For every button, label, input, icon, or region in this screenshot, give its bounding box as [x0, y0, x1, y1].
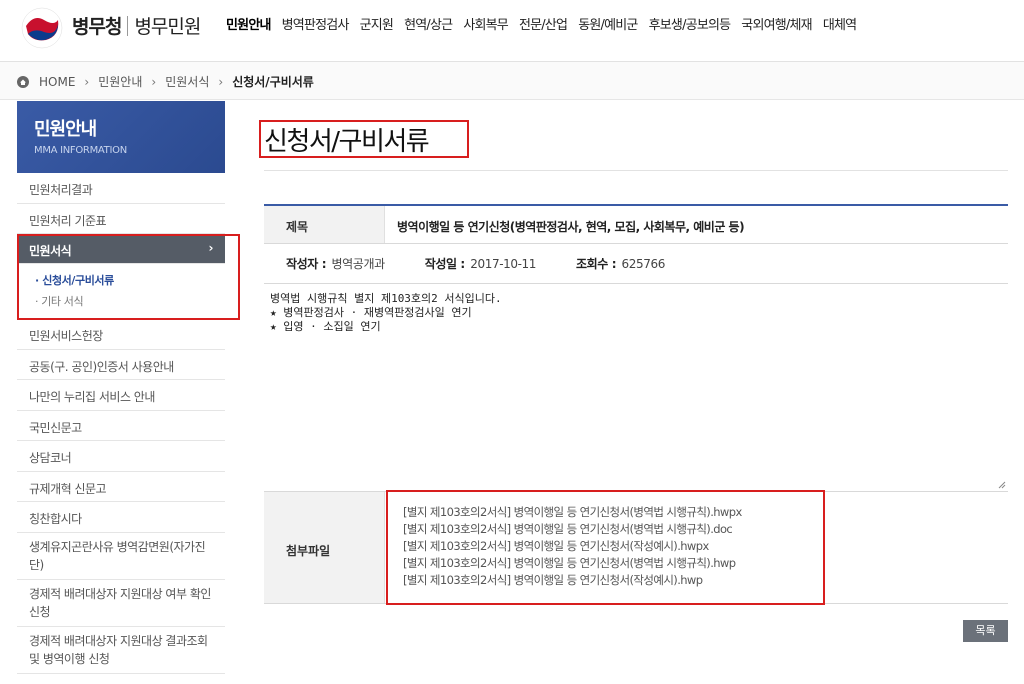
- content-line: 병역법 시행규칙 별지 제103호의2 서식입니다.: [270, 292, 502, 305]
- breadcrumb-civil[interactable]: 민원안내: [98, 73, 142, 90]
- content-line: ★ 입영 · 소집일 연기: [270, 320, 381, 333]
- breadcrumb-bar: HOME › 민원안내 › 민원서식 › 신청서/구비서류: [0, 62, 1024, 100]
- resize-handle-icon[interactable]: [998, 481, 1006, 489]
- sidebar-item-praise[interactable]: 칭찬합시다: [17, 502, 225, 533]
- nav-item-overseas[interactable]: 국외여행/체재: [741, 14, 812, 33]
- nav-item-candidate[interactable]: 후보생/공보의등: [649, 14, 732, 33]
- nav-item-alternative[interactable]: 대체역: [823, 14, 857, 33]
- sidebar-item-support-check[interactable]: 경제적 배려대상자 지원대상 여부 확인 신청: [17, 580, 225, 627]
- main-nav: 민원안내 병역판정검사 군지원 현역/상근 사회복무 전문/산업 동원/예비군 …: [226, 14, 867, 33]
- sidebar-item-sinmungo[interactable]: 국민신문고: [17, 411, 225, 441]
- sidebar-item-exemption[interactable]: 생계유지곤란사유 병역감면원(자가진단): [17, 533, 225, 580]
- sidebar-item-consult[interactable]: 상담코너: [17, 441, 225, 472]
- post-title: 병역이행일 등 연기신청(병역판정검사, 현역, 모집, 사회복무, 예비군 등…: [397, 220, 745, 234]
- home-icon[interactable]: [17, 75, 29, 88]
- attachments-label: 첨부파일: [264, 492, 385, 603]
- sidebar-item-regulation[interactable]: 규제개혁 신문고: [17, 472, 225, 502]
- chevron-right-icon: ›: [218, 74, 224, 89]
- list-button[interactable]: 목록: [963, 620, 1008, 642]
- brand-divider: [127, 15, 129, 36]
- nav-item-active-duty[interactable]: 현역/상근: [404, 14, 453, 33]
- post-author-label: 작성자 :: [286, 257, 327, 271]
- post-views: 조회수 : 625766: [576, 255, 665, 272]
- post-date: 작성일 : 2017-10-11: [424, 255, 537, 272]
- sidebar-item-support-result[interactable]: 경제적 배려대상자 지원대상 결과조회 및 병역이행 신청: [17, 627, 225, 674]
- nav-item-enlist[interactable]: 군지원: [360, 14, 394, 33]
- breadcrumb: HOME › 민원안내 › 민원서식 › 신청서/구비서류: [17, 73, 314, 90]
- highlight-box-title: [259, 120, 469, 158]
- sidebar-item-my-home[interactable]: 나만의 누리집 서비스 안내: [17, 380, 225, 411]
- breadcrumb-forms[interactable]: 민원서식: [165, 73, 209, 90]
- chevron-right-icon: ›: [151, 74, 157, 89]
- site-header: 병무청 병무민원 민원안내 병역판정검사 군지원 현역/상근 사회복무 전문/산…: [0, 0, 1024, 62]
- post-date-label: 작성일 :: [424, 257, 466, 271]
- nav-item-reserve[interactable]: 동원/예비군: [578, 14, 638, 33]
- breadcrumb-current: 신청서/구비서류: [232, 75, 314, 89]
- sidebar-item-certificate[interactable]: 공동(구. 공인)인증서 사용안내: [17, 350, 225, 380]
- breadcrumb-home[interactable]: HOME: [39, 75, 75, 89]
- mma-logo-icon[interactable]: [20, 6, 64, 50]
- post-views-label: 조회수 :: [576, 257, 617, 271]
- sidebar-subtitle: MMA INFORMATION: [34, 145, 127, 156]
- nav-item-specialist[interactable]: 전문/산업: [519, 14, 568, 33]
- post-views-value: 625766: [621, 257, 666, 271]
- chevron-right-icon: ›: [84, 74, 90, 89]
- brand-name: 병무청: [72, 16, 122, 38]
- post-meta-row: 작성자 : 병역공개과 작성일 : 2017-10-11 조회수 : 62576…: [264, 244, 1008, 284]
- sidebar-item-results[interactable]: 민원처리결과: [17, 173, 225, 204]
- brand-subname: 병무민원: [134, 16, 201, 38]
- title-divider: [264, 170, 1008, 171]
- highlight-box-sidebar: [17, 234, 240, 320]
- brand-title[interactable]: 병무청 병무민원: [72, 12, 201, 39]
- nav-item-exam[interactable]: 병역판정검사: [282, 14, 350, 33]
- nav-item-social-service[interactable]: 사회복무: [463, 14, 508, 33]
- highlight-box-files: [386, 490, 825, 605]
- sidebar-item-charter[interactable]: 민원서비스헌장: [17, 319, 225, 350]
- post-date-value: 2017-10-11: [470, 257, 537, 271]
- post-content[interactable]: 병역법 시행규칙 별지 제103호의2 서식입니다. ★ 병역판정검사 · 재병…: [264, 284, 1008, 492]
- content-line: ★ 병역판정검사 · 재병역판정검사일 연기: [270, 306, 472, 319]
- sidebar-title: 민원안내: [34, 119, 97, 140]
- post-author: 작성자 : 병역공개과: [286, 255, 385, 272]
- post-title-row: 제목 병역이행일 등 연기신청(병역판정검사, 현역, 모집, 사회복무, 예비…: [264, 206, 1008, 244]
- nav-item-civil[interactable]: 민원안내: [226, 14, 271, 33]
- sidebar-header: 민원안내 MMA INFORMATION: [17, 101, 225, 173]
- post-title-label: 제목: [264, 206, 385, 243]
- sidebar-item-standards[interactable]: 민원처리 기준표: [17, 204, 225, 234]
- post-author-value: 병역공개과: [331, 257, 386, 271]
